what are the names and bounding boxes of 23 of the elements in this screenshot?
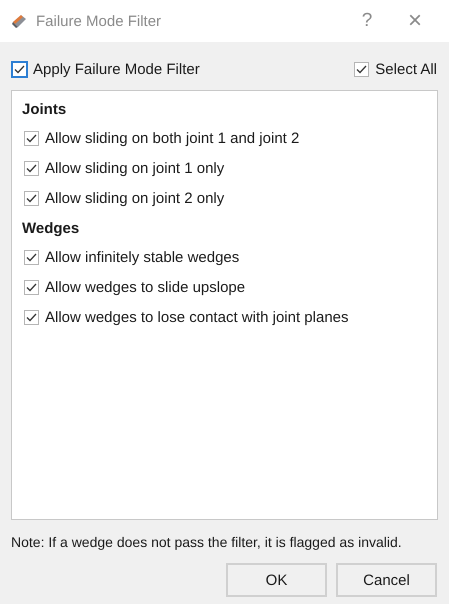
checkmark-icon xyxy=(26,134,37,143)
checkbox[interactable]: Allow wedges to lose contact with joint planes xyxy=(24,309,429,326)
checkmark-icon xyxy=(26,283,37,292)
checkmark-icon xyxy=(26,194,37,203)
checkbox[interactable]: Select All xyxy=(354,60,437,78)
checkmark-icon xyxy=(14,64,25,74)
checkbox[interactable]: Allow sliding on both joint 1 and joint 2 xyxy=(24,130,429,147)
checkbox[interactable]: Allow infinitely stable wedges xyxy=(24,249,429,266)
app-icon xyxy=(10,12,28,30)
checkmark-icon xyxy=(356,64,368,74)
checkbox[interactable]: Allow wedges to slide upslope xyxy=(24,279,429,296)
checkbox[interactable]: Apply Failure Mode Filter xyxy=(12,60,200,78)
group-heading: Joints xyxy=(22,101,68,118)
ok-button[interactable]: OK xyxy=(226,563,327,597)
note-text: Note: If a wedge does not pass the filter, it is flagged as invalid. xyxy=(11,534,403,550)
checkmark-icon xyxy=(26,313,37,322)
group-heading: Wedges xyxy=(22,220,80,237)
checkmark-icon xyxy=(26,253,37,262)
checkbox[interactable]: Allow sliding on joint 1 only xyxy=(24,160,429,177)
checkbox[interactable]: Allow sliding on joint 2 only xyxy=(24,190,429,207)
checkmark-icon xyxy=(26,164,37,173)
window-title: Failure Mode Filter xyxy=(36,12,162,30)
cancel-button[interactable]: Cancel xyxy=(336,563,437,597)
